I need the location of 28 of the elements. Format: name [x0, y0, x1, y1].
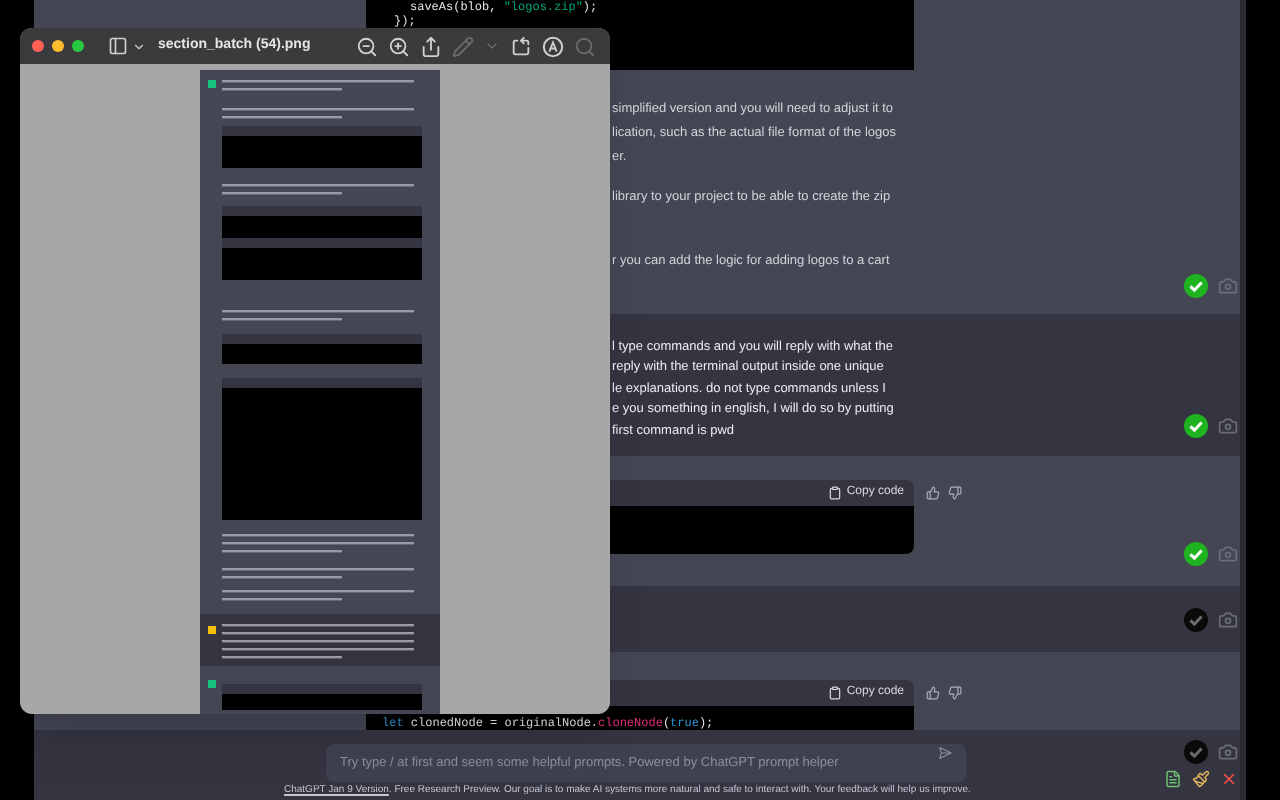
clipboard-icon [828, 486, 843, 500]
check-icon[interactable] [1184, 414, 1208, 438]
thumbs-up-icon[interactable] [926, 686, 940, 700]
brush-icon[interactable] [1192, 770, 1210, 788]
zoom-in-icon[interactable] [388, 35, 410, 57]
camera-icon[interactable] [1218, 609, 1238, 629]
camera-icon[interactable] [1218, 416, 1238, 436]
minimize-window-icon[interactable] [52, 40, 64, 52]
document-icon[interactable] [1164, 770, 1182, 788]
check-icon[interactable] [1184, 542, 1208, 566]
send-icon[interactable] [938, 745, 952, 759]
markup-icon[interactable] [542, 35, 564, 57]
check-icon[interactable] [1184, 607, 1208, 631]
check-icon[interactable] [1184, 274, 1208, 298]
zoom-out-icon[interactable] [356, 35, 378, 57]
rotate-icon[interactable] [510, 35, 532, 57]
thumbs-down-icon[interactable] [948, 486, 962, 500]
zoom-window-icon[interactable] [72, 40, 84, 52]
camera-icon[interactable] [1218, 742, 1238, 762]
close-window-icon[interactable] [32, 40, 44, 52]
clipboard-icon [828, 686, 843, 700]
share-icon[interactable] [420, 35, 442, 57]
check-icon[interactable] [1184, 740, 1208, 764]
thumbs-down-icon[interactable] [948, 686, 962, 700]
thumbs-up-icon[interactable] [926, 486, 940, 500]
close-icon[interactable] [1220, 770, 1238, 788]
sidebar-icon[interactable] [108, 36, 128, 56]
chevron-icon[interactable] [132, 39, 146, 53]
